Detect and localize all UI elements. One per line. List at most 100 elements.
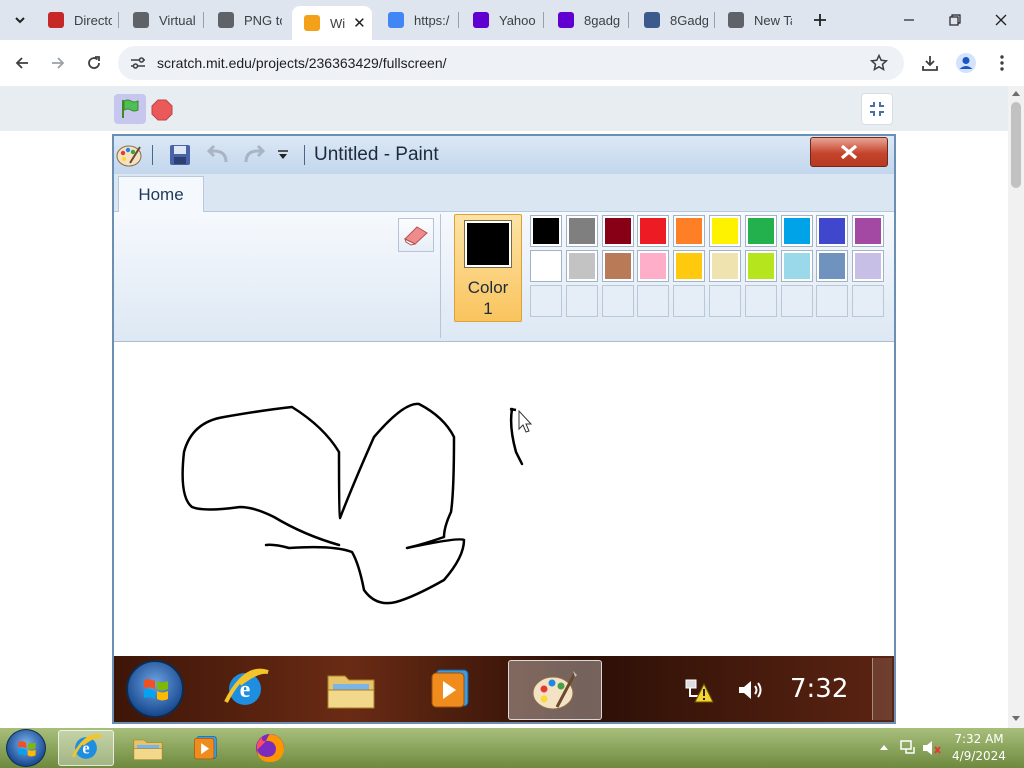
palette-color-swatch[interactable]	[744, 215, 777, 247]
scroll-up-icon[interactable]	[1012, 90, 1020, 96]
palette-color-swatch[interactable]	[816, 215, 849, 247]
palette-custom-slot[interactable]	[816, 285, 849, 317]
browser-tab[interactable]: PNG to	[210, 7, 282, 33]
downloads-button[interactable]	[916, 49, 944, 77]
new-tab-button[interactable]	[808, 8, 832, 32]
minimize-button[interactable]	[894, 6, 924, 34]
browser-tab[interactable]: Directo	[40, 7, 112, 33]
tab-title: 8Gadg	[670, 12, 708, 28]
url-text[interactable]: scratch.mit.edu/projects/236363429/fulls…	[157, 55, 447, 71]
browser-tab[interactable]: 8Gadg	[636, 7, 708, 33]
close-icon	[995, 14, 1007, 26]
taskbar-date[interactable]: 4/9/2024	[944, 749, 1014, 763]
media-player-taskbar-icon[interactable]	[420, 662, 482, 716]
palette-color-swatch[interactable]	[673, 215, 706, 247]
palette-custom-slot[interactable]	[565, 285, 598, 317]
network-warning-icon[interactable]	[684, 676, 714, 704]
palette-custom-slot[interactable]	[530, 285, 562, 317]
tab-search-button[interactable]	[6, 6, 34, 34]
internet-explorer-taskbar-icon[interactable]: e	[214, 662, 276, 716]
tab-title: Yahoo	[499, 12, 536, 28]
browser-tab[interactable]: https:/	[380, 7, 452, 33]
vm-clock[interactable]: 7:32	[790, 674, 848, 704]
volume-icon[interactable]	[736, 678, 764, 702]
color1-button[interactable]: Color 1	[454, 214, 522, 322]
palette-color-swatch[interactable]	[673, 250, 706, 282]
chrome-menu-button[interactable]	[988, 49, 1016, 77]
address-bar[interactable]: scratch.mit.edu/projects/236363429/fulls…	[118, 46, 904, 80]
palette-color-swatch[interactable]	[709, 215, 741, 247]
browser-tab[interactable]: New Ta	[720, 7, 792, 33]
wikipedia-icon	[133, 12, 149, 28]
explorer-taskbar-icon[interactable]	[120, 730, 176, 766]
show-hidden-icons-icon[interactable]	[880, 744, 888, 750]
palette-color-swatch[interactable]	[816, 250, 849, 282]
palette-color-swatch[interactable]	[565, 250, 598, 282]
browser-tab[interactable]: Yahoo	[465, 7, 537, 33]
paint-app-icon[interactable]	[116, 143, 142, 167]
green-flag-button[interactable]	[114, 94, 146, 124]
palette-custom-slot[interactable]	[601, 285, 634, 317]
palette-color-swatch[interactable]	[780, 250, 813, 282]
site-settings-icon[interactable]	[130, 56, 146, 70]
bookmark-star-icon[interactable]	[870, 54, 888, 72]
redo-icon[interactable]	[242, 144, 266, 166]
start-button[interactable]	[6, 729, 46, 767]
palette-color-swatch[interactable]	[530, 215, 562, 247]
profile-button[interactable]	[952, 49, 980, 77]
paint-close-button[interactable]	[810, 137, 888, 167]
volume-muted-icon[interactable]	[922, 739, 942, 757]
palette-color-swatch[interactable]	[852, 215, 885, 247]
browser-tab[interactable]: Wi ✕	[292, 6, 372, 40]
palette-color-swatch[interactable]	[852, 250, 885, 282]
palette-color-swatch[interactable]	[601, 250, 634, 282]
undo-icon[interactable]	[206, 144, 230, 166]
palette-color-swatch[interactable]	[780, 215, 813, 247]
scroll-down-icon[interactable]	[1012, 716, 1020, 722]
palette-color-swatch[interactable]	[601, 215, 634, 247]
show-desktop-button[interactable]	[872, 658, 892, 720]
forward-button[interactable]	[44, 49, 72, 77]
palette-color-swatch[interactable]	[530, 250, 562, 282]
palette-color-swatch[interactable]	[637, 215, 670, 247]
save-icon[interactable]	[169, 144, 191, 166]
start-button[interactable]	[126, 660, 184, 718]
media-player-taskbar-icon[interactable]	[178, 730, 234, 766]
paint-taskbar-button[interactable]	[508, 660, 602, 720]
taskbar-time[interactable]: 7:32 AM	[944, 732, 1014, 746]
stop-button[interactable]	[150, 98, 174, 122]
tab-title: Wi	[330, 15, 346, 31]
internet-explorer-taskbar-icon[interactable]: e	[58, 730, 114, 766]
google-icon	[388, 12, 404, 28]
quick-access-dropdown-icon[interactable]	[277, 150, 289, 160]
scrollbar-thumb[interactable]	[1011, 102, 1021, 188]
reload-button[interactable]	[80, 49, 108, 77]
palette-custom-slot[interactable]	[637, 285, 670, 317]
exit-fullscreen-button[interactable]	[861, 93, 893, 125]
network-icon[interactable]	[900, 739, 918, 757]
browser-tab[interactable]: 8gadg	[550, 7, 622, 33]
explorer-taskbar-icon[interactable]	[320, 662, 382, 716]
eraser-tool-button[interactable]	[398, 218, 434, 252]
palette-custom-slot[interactable]	[852, 285, 885, 317]
browser-tab[interactable]: Virtual	[125, 7, 197, 33]
tab-separator	[458, 12, 459, 28]
palette-color-swatch[interactable]	[565, 215, 598, 247]
tab-home[interactable]: Home	[118, 176, 204, 213]
palette-color-swatch[interactable]	[744, 250, 777, 282]
palette-custom-slot[interactable]	[673, 285, 706, 317]
palette-custom-slot[interactable]	[709, 285, 741, 317]
page-scrollbar[interactable]	[1008, 86, 1024, 728]
firefox-taskbar-icon[interactable]	[242, 730, 298, 766]
back-button[interactable]	[8, 49, 36, 77]
palette-color-swatch[interactable]	[709, 250, 741, 282]
close-tab-icon[interactable]: ✕	[353, 14, 366, 32]
palette-color-swatch[interactable]	[637, 250, 670, 282]
mouse-pointer-icon	[518, 409, 533, 433]
drawing-canvas[interactable]	[114, 342, 894, 656]
palette-custom-slot[interactable]	[744, 285, 777, 317]
chevron-down-icon	[15, 17, 25, 24]
palette-custom-slot[interactable]	[780, 285, 813, 317]
restore-button[interactable]	[940, 6, 970, 34]
close-window-button[interactable]	[986, 6, 1016, 34]
